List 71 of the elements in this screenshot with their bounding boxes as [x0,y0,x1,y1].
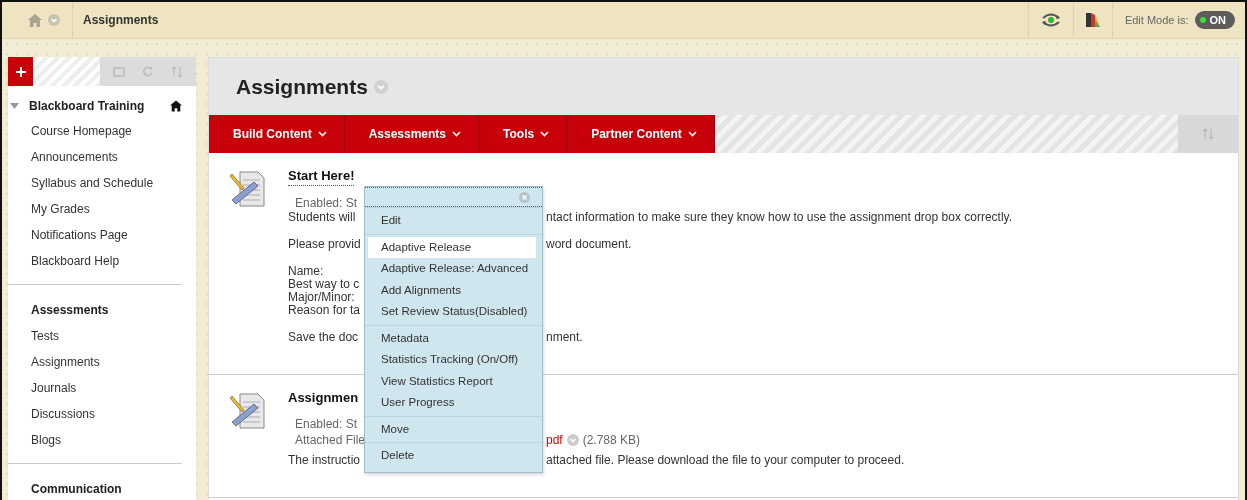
sidebar-link[interactable]: Syllabus and Schedule [8,170,182,196]
description-text: ntact information to make sure they know how to use the assignment drop box correctly. [546,211,1012,224]
context-menu-item[interactable]: Edit [368,210,537,232]
sidebar-section-heading: Communication [31,481,123,498]
file-size: (2.788 KB) [582,432,641,448]
item-detail-text: Enabled: St [295,416,359,432]
chevron-down-icon [687,131,697,137]
sidebar-section-heading: Assessments [31,302,110,319]
sidebar-link[interactable]: Notifications Page [8,222,182,248]
chevron-down-icon[interactable] [373,79,388,94]
edit-mode-label: Edit Mode is: [1124,14,1189,26]
assignment-document-icon [230,170,266,210]
description-text: word document. [546,238,632,251]
eye-refresh-icon[interactable] [1040,12,1061,28]
sort-arrows-icon[interactable] [171,65,184,78]
chevron-down-icon [452,131,462,137]
context-menu-item[interactable]: Add Alignments [368,279,537,301]
refresh-icon[interactable] [142,66,154,77]
content-item-title[interactable]: Assignmen [288,390,359,407]
file-link[interactable]: pdf [546,432,563,448]
action-menu-button[interactable]: Assessments [344,115,480,153]
chevron-down-icon[interactable] [566,434,579,446]
chevron-down-icon [317,131,327,137]
description-text: Reason for ta [288,304,361,317]
context-menu-item[interactable]: Set Review Status(Disabled) [368,301,537,323]
chevron-down-icon[interactable] [48,14,60,26]
context-menu-item[interactable]: Statistics Tracking (On/Off) [368,349,537,371]
content-item-title[interactable]: Start Here! [288,168,355,186]
sidebar-link[interactable]: Assignments [31,349,182,375]
sidebar-link[interactable]: Course Homepage [8,118,182,144]
course-title[interactable]: Blackboard Training [29,99,160,113]
item-detail-text: Enabled: St [295,195,359,211]
caret-icon[interactable] [10,102,19,110]
chevron-down-icon [540,131,550,137]
close-icon[interactable] [519,191,531,203]
action-menu-button[interactable]: Build Content [209,115,345,153]
sidebar-link[interactable]: Journals [31,375,182,401]
sidebar-link[interactable]: Discussions [31,401,182,427]
breadcrumb-current: Assignments [82,13,159,27]
description-text: attached file. Please download the file to your computer to proceed. [546,454,905,467]
plus-icon [15,66,26,77]
action-menu-button[interactable]: Partner Content [567,115,715,153]
home-icon[interactable] [170,100,182,112]
description-text: Best way to c [288,278,361,291]
sidebar-link[interactable]: Tests [31,323,182,349]
page-title: Assignments [236,74,368,99]
description-text: Please provid [288,238,361,251]
add-menu-item-button[interactable] [8,57,33,86]
description-text: The instructio [288,454,361,467]
context-menu-item[interactable]: View Statistics Report [368,370,537,392]
context-menu-item[interactable]: Adaptive Release [368,236,537,258]
description-text: Major/Minor: [288,291,356,304]
context-menu-item[interactable]: User Progress [368,392,537,414]
color-palette-icon[interactable] [1085,13,1100,27]
sidebar-link[interactable]: Announcements [8,144,182,170]
assignment-document-icon [230,392,266,432]
context-menu-item[interactable]: Delete [368,445,537,467]
description-text: Save the doc [288,331,360,344]
description-text: Name: [288,265,325,278]
action-menu-button[interactable]: Tools [479,115,568,153]
context-menu-item[interactable]: Move [368,418,537,440]
sidebar-link[interactable]: Blackboard Help [8,248,182,274]
context-menu-item[interactable]: Adaptive Release: Advanced [368,258,537,280]
sidebar-link[interactable]: Blogs [31,427,182,453]
sort-arrows-icon[interactable] [1202,128,1214,140]
context-menu-item[interactable]: Metadata [368,327,537,349]
description-text: nment. [546,331,583,344]
square-icon[interactable] [112,66,125,77]
edit-mode-toggle[interactable]: ON [1194,11,1235,29]
description-text: Students will [288,211,357,224]
sidebar-link[interactable]: My Grades [8,196,182,222]
